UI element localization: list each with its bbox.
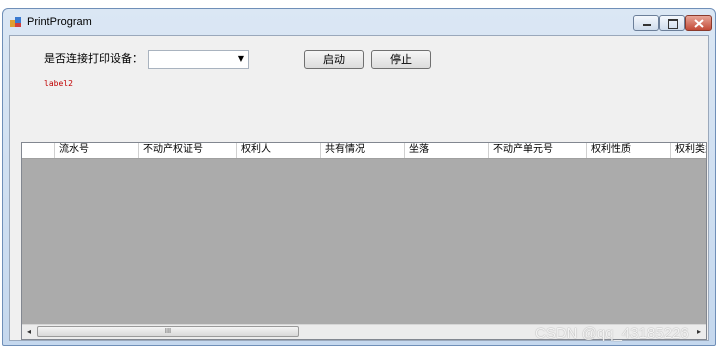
window-title: PrintProgram: [27, 16, 92, 28]
data-grid[interactable]: 流水号 不动产权证号 权利人 共有情况 坐落 不动产单元号 权利性质 权利类型 …: [21, 142, 707, 340]
column-header[interactable]: 坐落: [405, 143, 489, 158]
close-button[interactable]: [685, 15, 712, 31]
scrollbar-thumb[interactable]: III: [37, 326, 299, 337]
column-header[interactable]: 不动产权证号: [139, 143, 237, 158]
column-header[interactable]: 不动产单元号: [489, 143, 587, 158]
column-header[interactable]: 流水号: [55, 143, 139, 158]
grid-header: 流水号 不动产权证号 权利人 共有情况 坐落 不动产单元号 权利性质 权利类型: [22, 143, 706, 159]
stop-button[interactable]: 停止: [371, 50, 431, 69]
app-icon: [10, 17, 21, 27]
form-client-area: 是否连接打印设备： ▼ 启动 停止 label2 流水号 不动产权证号 权利人 …: [9, 35, 709, 341]
column-header[interactable]: 权利性质: [587, 143, 671, 158]
device-combobox[interactable]: ▼: [148, 50, 249, 69]
column-header[interactable]: 权利类型: [671, 143, 706, 158]
row-header-corner[interactable]: [22, 143, 55, 158]
status-label: label2: [44, 79, 73, 88]
scroll-left-icon[interactable]: ◂: [22, 326, 36, 338]
maximize-icon: [668, 19, 678, 29]
dropdown-arrow-icon[interactable]: ▼: [238, 54, 244, 63]
title-bar[interactable]: PrintProgram: [3, 9, 715, 35]
scroll-right-icon[interactable]: ▸: [692, 326, 706, 338]
minimize-icon: [643, 24, 651, 26]
maximize-button[interactable]: [659, 15, 685, 31]
start-button[interactable]: 启动: [304, 50, 364, 69]
close-icon: [694, 19, 704, 28]
connect-device-label: 是否连接打印设备：: [44, 52, 143, 65]
app-window: PrintProgram 是否连接打印设备： ▼ 启动 停止 label2 流水…: [2, 8, 716, 346]
watermark: CSDN @qq_43185226: [535, 325, 689, 342]
column-header[interactable]: 共有情况: [321, 143, 405, 158]
column-header[interactable]: 权利人: [237, 143, 321, 158]
minimize-button[interactable]: [633, 15, 659, 31]
